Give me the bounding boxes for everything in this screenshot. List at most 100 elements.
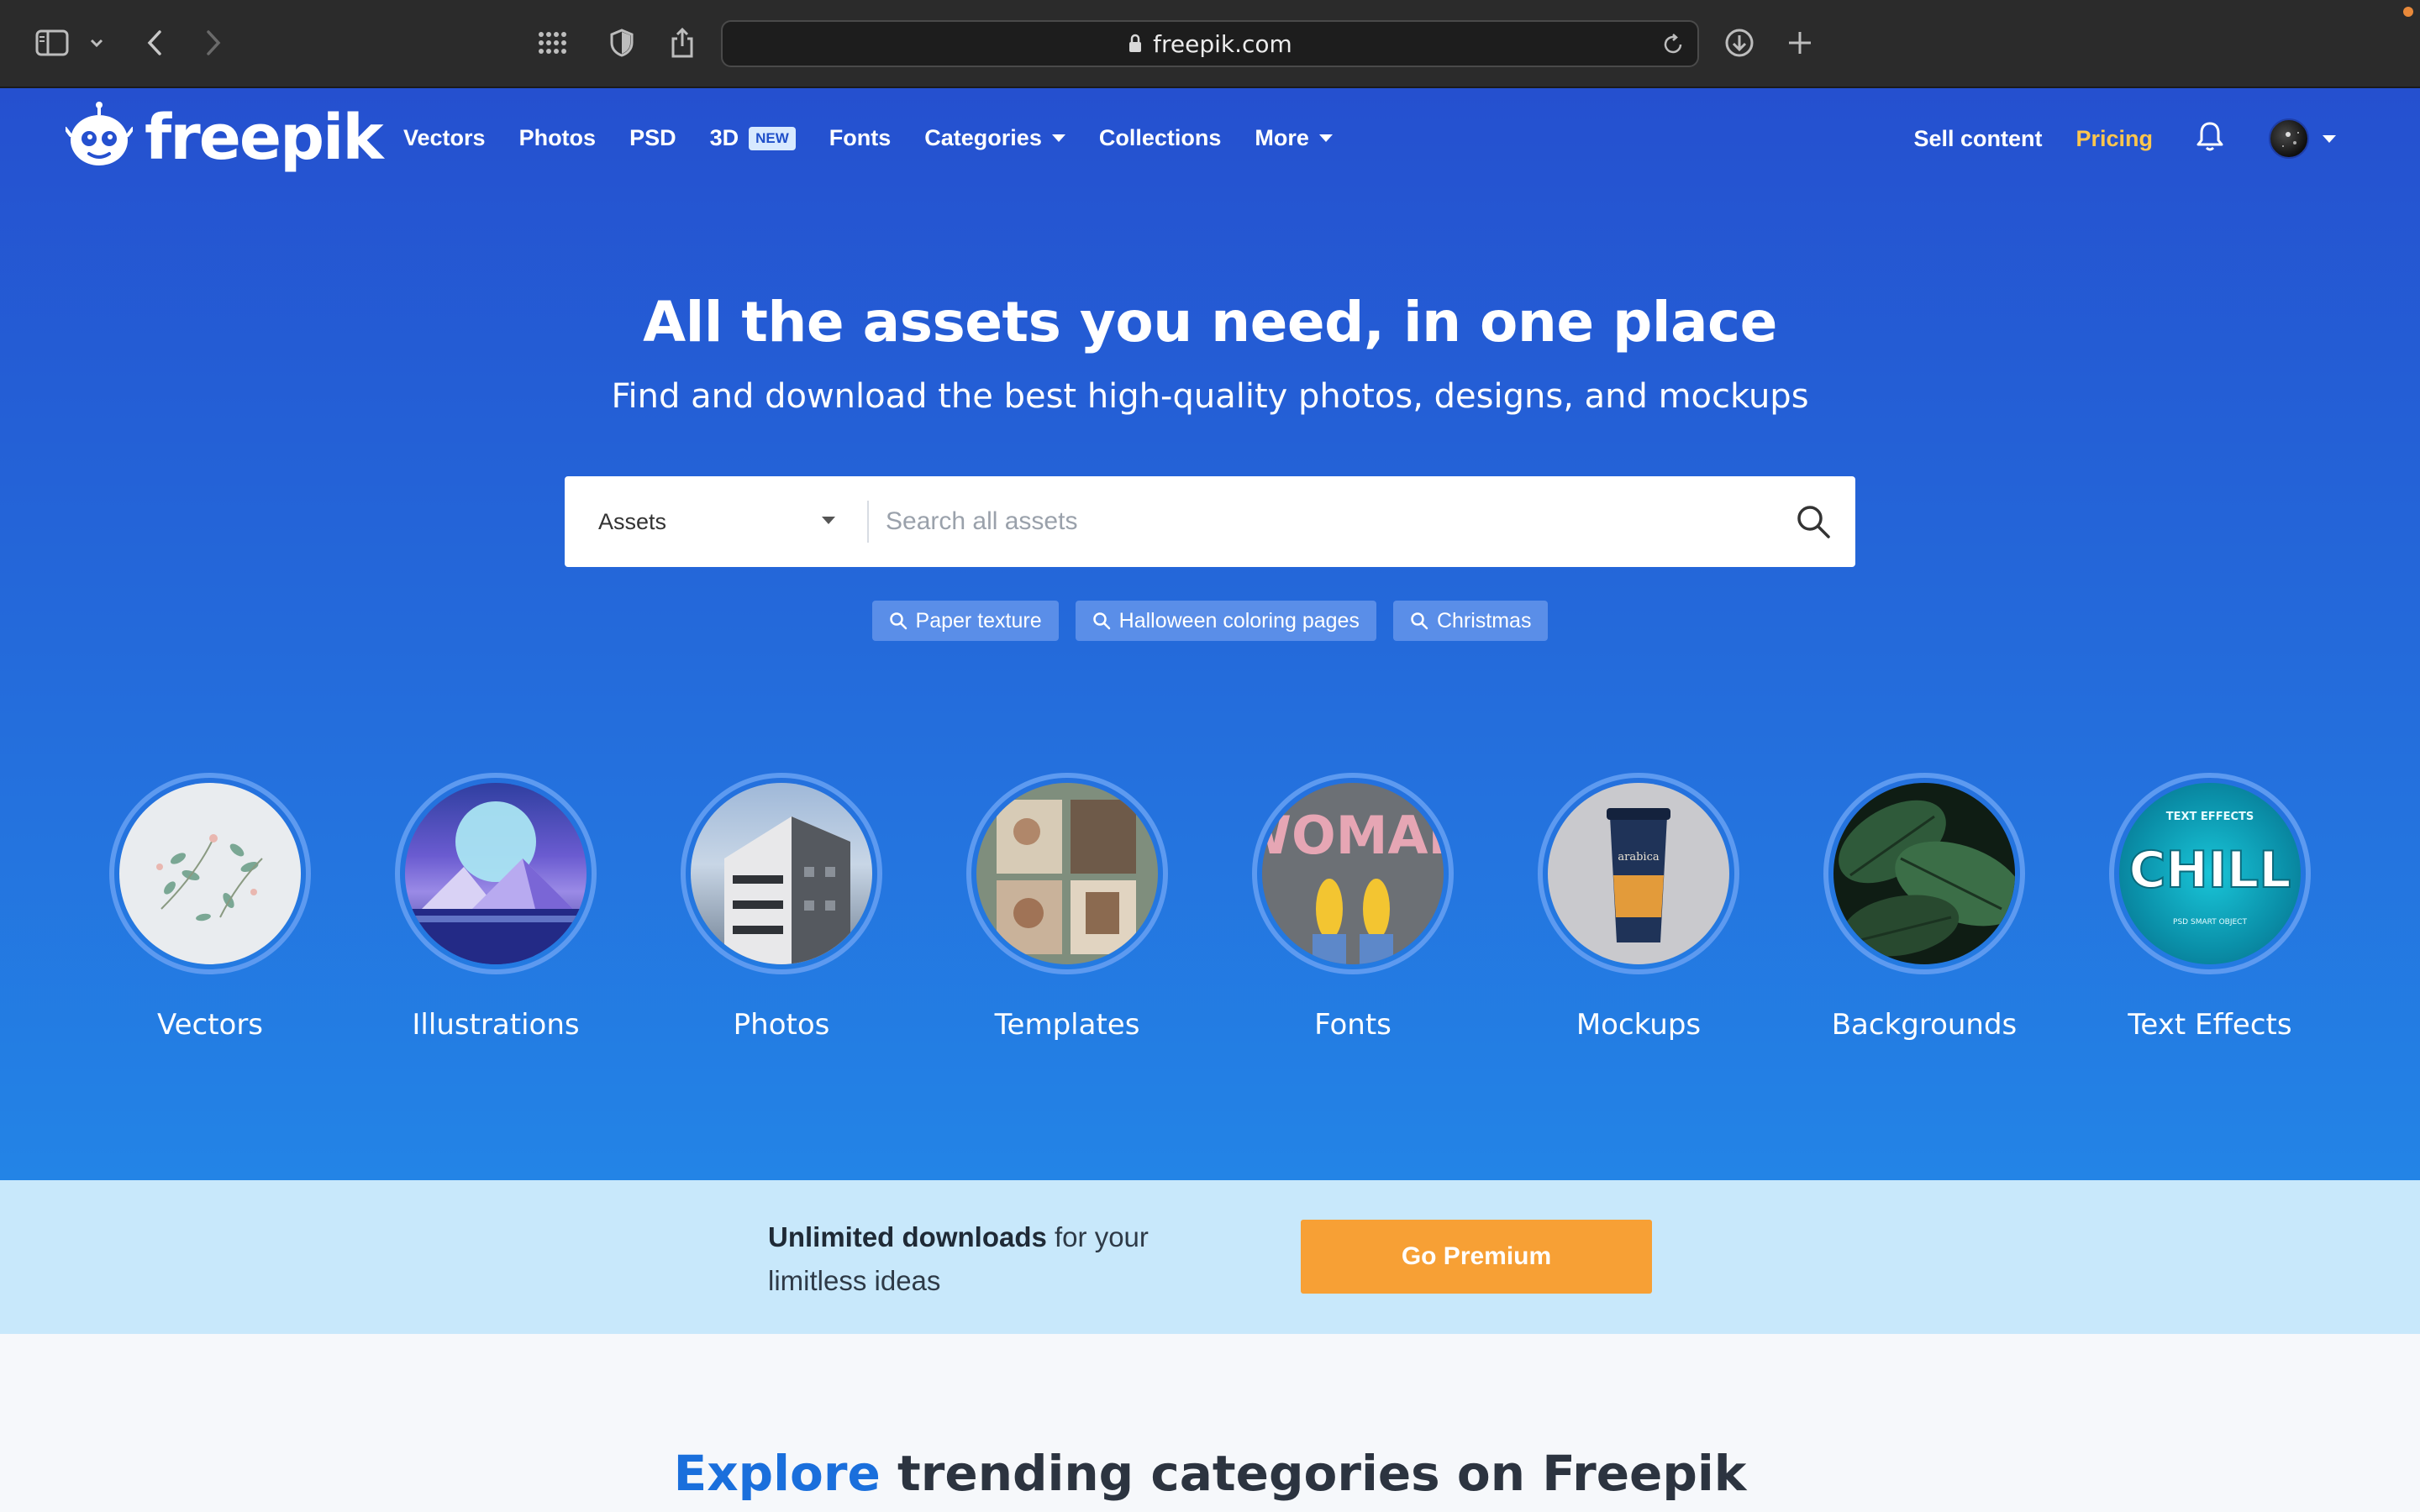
notification-dot	[2403, 7, 2413, 17]
grid-icon[interactable]	[534, 18, 571, 67]
category-vectors[interactable]: Vectors	[84, 773, 336, 1042]
caret-down-icon[interactable]	[2323, 134, 2336, 143]
avatar[interactable]	[2269, 118, 2309, 159]
category-label: Illustrations	[412, 1008, 580, 1042]
search-button[interactable]	[1771, 476, 1855, 567]
suggestion-chip[interactable]: Christmas	[1392, 601, 1549, 641]
nav-label: PSD	[629, 125, 676, 150]
category-templates[interactable]: Templates	[941, 773, 1193, 1042]
logo-text: freepik	[145, 102, 384, 174]
fonts-thumb-text: WOMAN	[1262, 805, 1444, 866]
explore-rest: trending categories on Freepik	[880, 1445, 1747, 1502]
hero-subtitle: Find and download the best high-quality …	[611, 377, 1809, 416]
asset-type-value: Assets	[598, 508, 667, 534]
share-icon[interactable]	[666, 18, 699, 67]
freepik-logo[interactable]: freepik	[66, 102, 384, 174]
go-premium-button[interactable]: Go Premium	[1301, 1220, 1652, 1294]
nav-psd[interactable]: PSD	[629, 125, 676, 151]
category-mockups[interactable]: arabica Mockups	[1512, 773, 1765, 1042]
suggestion-chip[interactable]: Paper texture	[871, 601, 1059, 641]
nav-label: Vectors	[403, 125, 486, 150]
premium-text-bold: Unlimited downloads	[768, 1221, 1047, 1252]
nav-collections[interactable]: Collections	[1099, 125, 1222, 151]
suggestion-label: Halloween coloring pages	[1118, 608, 1360, 633]
search-icon	[1797, 506, 1830, 538]
sell-content-link[interactable]: Sell content	[1913, 126, 2042, 152]
nav-photos[interactable]: Photos	[519, 125, 597, 151]
mockups-thumb-text: arabica	[1618, 851, 1659, 864]
forward-icon[interactable]	[197, 18, 230, 67]
hero-title: All the assets you need, in one place	[643, 290, 1777, 354]
category-label: Fonts	[1314, 1008, 1392, 1042]
nav-categories[interactable]: Categories	[924, 125, 1065, 151]
category-illustrations[interactable]: Illustrations	[370, 773, 622, 1042]
lock-icon	[1128, 34, 1143, 54]
nav-label: 3D	[709, 125, 739, 150]
new-tab-icon[interactable]	[1783, 18, 1817, 67]
category-photos[interactable]: Photos	[655, 773, 908, 1042]
nav-fonts[interactable]: Fonts	[829, 125, 892, 151]
download-icon[interactable]	[1721, 18, 1758, 67]
nav-label: Fonts	[829, 125, 892, 150]
nav-label: Categories	[924, 125, 1042, 150]
suggestion-label: Christmas	[1436, 608, 1532, 633]
nav-label: Photos	[518, 125, 597, 150]
category-backgrounds[interactable]: Backgrounds	[1798, 773, 2050, 1042]
category-label: Text Effects	[2128, 1008, 2292, 1042]
text-effects-thumb-text: CHILL	[2128, 841, 2291, 900]
chevron-down-icon[interactable]	[84, 18, 109, 67]
url-text: freepik.com	[1153, 29, 1292, 58]
sidebar-toggle-icon[interactable]	[32, 18, 72, 67]
nav-label: More	[1255, 125, 1309, 150]
nav-vectors[interactable]: Vectors	[403, 125, 486, 151]
main-nav: Vectors Photos PSD 3D NEW Fonts Categorie…	[403, 125, 1366, 151]
explore-heading: Explore trending categories on Freepik	[0, 1445, 2420, 1502]
suggestion-label: Paper texture	[915, 608, 1042, 633]
category-ring	[681, 773, 882, 974]
category-text-effects[interactable]: TEXT EFFECTS CHILL PSD SMART OBJECT Text…	[2084, 773, 2336, 1042]
category-label: Backgrounds	[1831, 1008, 2018, 1042]
shield-icon[interactable]	[605, 18, 639, 67]
templates-thumbnail	[976, 783, 1158, 964]
search-bar: Assets	[565, 476, 1855, 567]
freepik-mascot-icon	[66, 102, 133, 165]
site-header: freepik Vectors Photos PSD 3D NEW Fonts C…	[0, 88, 2420, 194]
nav-label: Collections	[1098, 125, 1222, 150]
illustrations-thumbnail	[405, 783, 587, 964]
new-badge: NEW	[749, 126, 796, 150]
pricing-link[interactable]: Pricing	[2075, 126, 2153, 152]
text-effects-thumbnail: TEXT EFFECTS CHILL PSD SMART OBJECT	[2119, 783, 2301, 964]
category-fonts[interactable]: WOMAN Fonts	[1227, 773, 1479, 1042]
category-ring	[109, 773, 311, 974]
explore-highlight: Explore	[673, 1445, 881, 1502]
category-ring	[1823, 773, 2025, 974]
browser-toolbar: freepik.com	[0, 0, 2420, 88]
premium-banner: Unlimited downloads for your limitless i…	[0, 1180, 2420, 1334]
nav-3d[interactable]: 3D NEW	[710, 125, 796, 151]
category-ring	[966, 773, 1168, 974]
back-icon[interactable]	[138, 18, 171, 67]
header-actions: Sell content Pricing	[1913, 118, 2336, 159]
category-ring: TEXT EFFECTS CHILL PSD SMART OBJECT	[2109, 773, 2311, 974]
search-input[interactable]	[869, 476, 1771, 567]
bell-icon[interactable]	[2195, 120, 2225, 158]
text-effects-thumb-top: TEXT EFFECTS	[2166, 811, 2254, 823]
category-label: Templates	[994, 1008, 1140, 1042]
search-icon	[889, 612, 907, 630]
vectors-thumbnail	[119, 783, 301, 964]
asset-type-select[interactable]: Assets	[565, 476, 867, 567]
category-ring: WOMAN	[1252, 773, 1454, 974]
category-label: Mockups	[1576, 1008, 1702, 1042]
caret-down-icon	[822, 517, 835, 524]
reload-icon[interactable]	[1660, 32, 1686, 57]
category-row: Vectors Illustrations Photos Templates W…	[0, 773, 2420, 1058]
caret-down-icon	[1051, 134, 1065, 142]
hero-section: freepik Vectors Photos PSD 3D NEW Fonts C…	[0, 88, 2420, 1180]
fonts-thumbnail: WOMAN	[1262, 783, 1444, 964]
category-label: Photos	[733, 1008, 830, 1042]
backgrounds-thumbnail	[1833, 783, 2015, 964]
search-suggestions: Paper texture Halloween coloring pages C…	[0, 601, 2420, 641]
nav-more[interactable]: More	[1255, 125, 1333, 151]
suggestion-chip[interactable]: Halloween coloring pages	[1075, 601, 1376, 641]
address-bar[interactable]: freepik.com	[721, 20, 1699, 67]
